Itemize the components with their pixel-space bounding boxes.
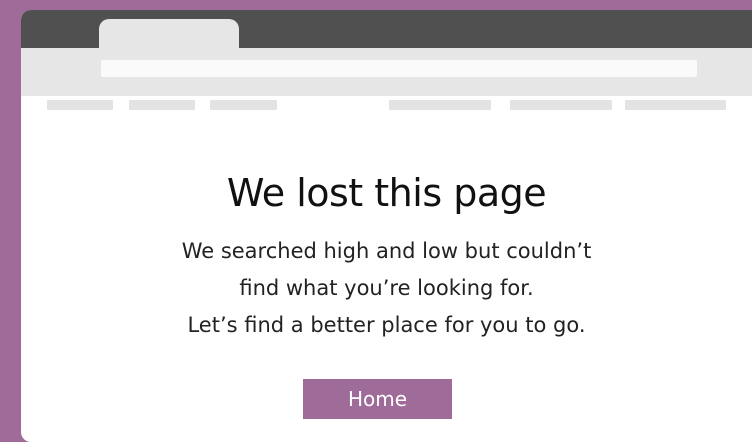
address-area: [21, 48, 752, 96]
browser-tab[interactable]: [99, 19, 239, 48]
nav-placeholder-4: [389, 100, 491, 110]
message-line: Let’s find a better place for you to go.: [187, 313, 586, 337]
message-line: We searched high and low but couldn’t: [181, 239, 592, 263]
nav-placeholder-6: [625, 100, 726, 110]
browser-window: We lost this page We searched high and l…: [21, 10, 752, 442]
nav-placeholder-2: [129, 100, 195, 110]
nav-placeholder-5: [510, 100, 612, 110]
home-button[interactable]: Home: [303, 379, 452, 419]
error-message: We searched high and low but couldn’t fi…: [21, 233, 752, 344]
message-line: find what you’re looking for.: [239, 276, 534, 300]
page-title: We lost this page: [226, 171, 547, 215]
nav-placeholder-3: [210, 100, 277, 110]
error-content: We lost this page We searched high and l…: [21, 170, 752, 344]
address-bar[interactable]: [101, 60, 697, 77]
nav-placeholder-1: [47, 100, 113, 110]
browser-topbar: [21, 10, 752, 48]
